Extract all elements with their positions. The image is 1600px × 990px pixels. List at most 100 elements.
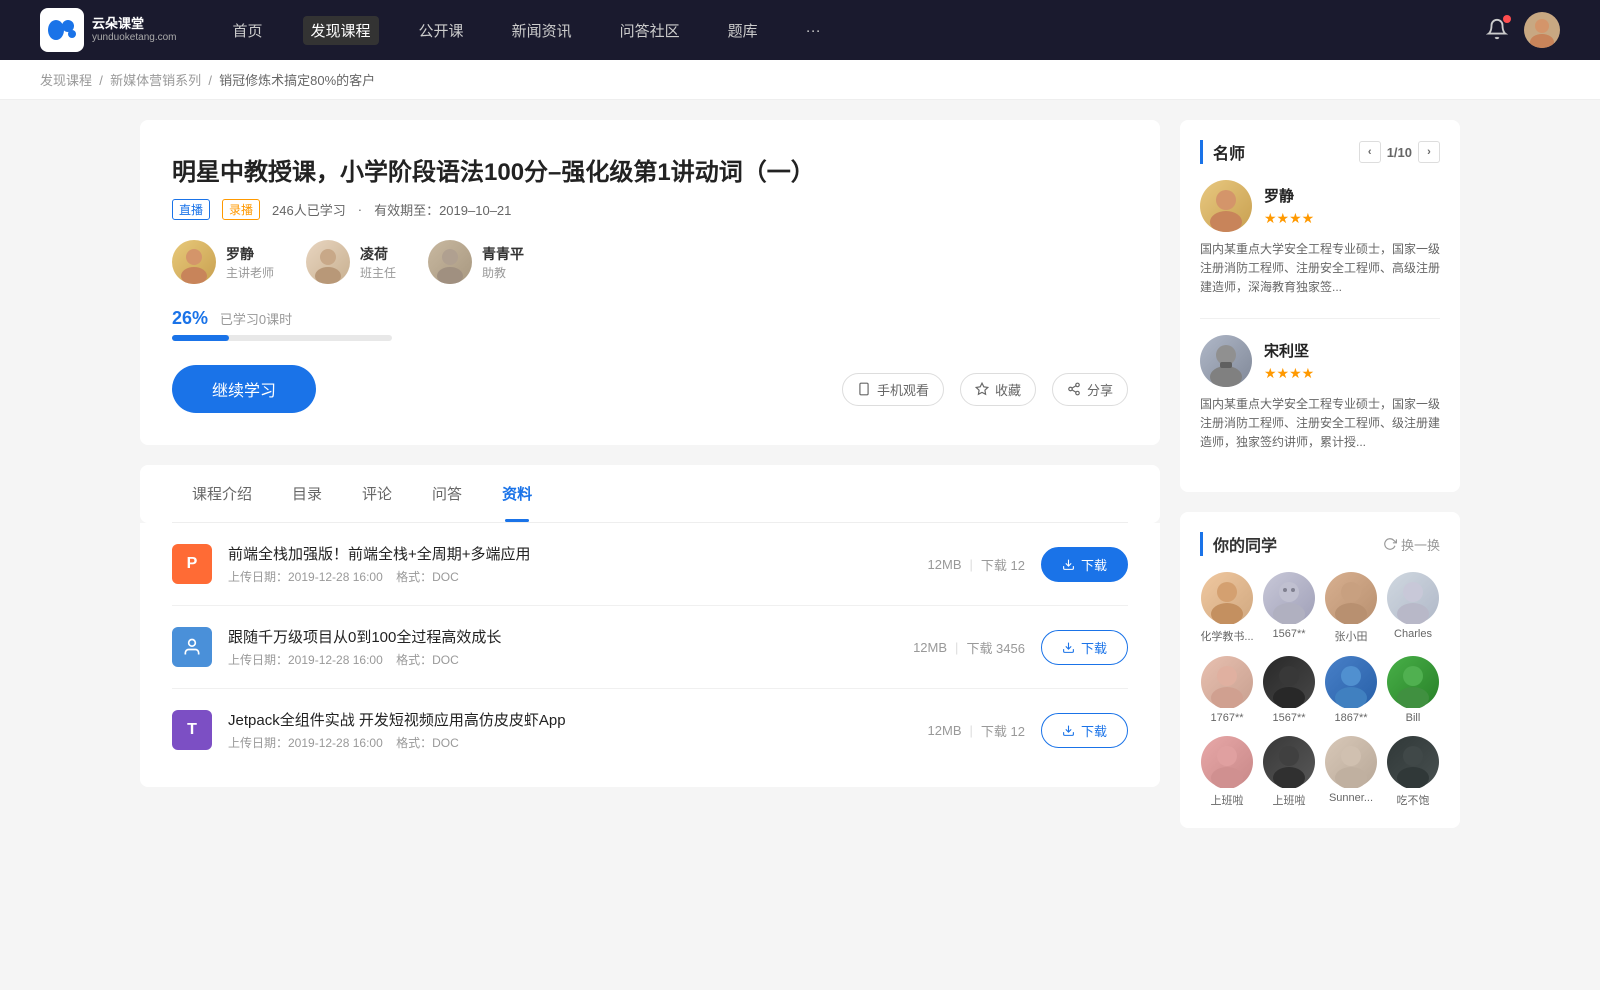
progress-percent: 26%	[172, 308, 208, 328]
file-downloads-1: 下载 3456	[966, 638, 1025, 657]
classmate-avatar-4[interactable]	[1201, 656, 1253, 708]
file-size-2: 12MB	[928, 723, 962, 738]
tab-materials[interactable]: 资料	[482, 465, 552, 522]
instructors: 罗静 主讲老师 凌荷 班主任	[172, 240, 1128, 284]
classmates-title: 你的同学	[1200, 532, 1277, 556]
file-meta-0: 上传日期：2019-12-28 16:00 格式：DOC	[228, 568, 912, 585]
classmate-name-6: 1867**	[1334, 712, 1367, 724]
teacher-avatar-1	[1200, 335, 1252, 387]
instructor-role-2: 助教	[482, 264, 524, 281]
next-teacher-btn[interactable]: ›	[1418, 141, 1440, 163]
classmate-9: 上班啦	[1262, 736, 1316, 808]
classmate-avatar-8[interactable]	[1201, 736, 1253, 788]
classmate-6: 1867**	[1324, 656, 1378, 724]
nav-more[interactable]: ···	[798, 18, 829, 43]
nav-exam[interactable]: 题库	[720, 16, 766, 45]
share-btn[interactable]: 分享	[1052, 373, 1128, 406]
badge-record: 录播	[222, 199, 260, 220]
teacher-desc-1: 国内某重点大学安全工程专业硕士，国家一级注册消防工程师、注册安全工程师、级注册建…	[1200, 395, 1440, 453]
nav-news[interactable]: 新闻资讯	[504, 16, 580, 45]
teacher-pagination: ‹ 1/10 ›	[1359, 141, 1440, 163]
file-icon-2: T	[172, 710, 212, 750]
nav-public[interactable]: 公开课	[411, 16, 472, 45]
refresh-button[interactable]: 换一换	[1383, 535, 1440, 554]
classmate-name-9: 上班啦	[1273, 792, 1306, 808]
logo[interactable]: 云朵课堂 yunduoketang.com	[40, 8, 177, 52]
instructor-avatar-0	[172, 240, 216, 284]
progress-bar-bg	[172, 335, 392, 341]
collect-label: 收藏	[995, 380, 1021, 399]
instructor-name-1: 凌荷	[360, 244, 396, 264]
share-label: 分享	[1087, 380, 1113, 399]
tabs-section: 课程介绍 目录 评论 问答 资料	[140, 465, 1160, 523]
collect-btn[interactable]: 收藏	[960, 373, 1036, 406]
breadcrumb-discover[interactable]: 发现课程	[40, 73, 92, 88]
teacher-page: 1/10	[1387, 145, 1412, 160]
file-item: 跟随千万级项目从0到100全过程高效成长 上传日期：2019-12-28 16:…	[172, 606, 1128, 689]
content-left: 明星中教授课，小学阶段语法100分–强化级第1讲动词（一） 直播 录播 246人…	[140, 120, 1160, 848]
classmate-avatar-2[interactable]	[1325, 572, 1377, 624]
classmate-avatar-5[interactable]	[1263, 656, 1315, 708]
teacher-name-1: 宋利坚	[1264, 340, 1314, 361]
nav-home[interactable]: 首页	[225, 16, 271, 45]
bell-button[interactable]	[1486, 18, 1508, 43]
file-name-1: 跟随千万级项目从0到100全过程高效成长	[228, 626, 897, 647]
teacher-stars-1: ★★★★	[1264, 365, 1314, 382]
tab-intro[interactable]: 课程介绍	[172, 465, 272, 522]
instructor-name-2: 青青平	[482, 244, 524, 264]
tab-catalog[interactable]: 目录	[272, 465, 342, 522]
teacher-name-0: 罗静	[1264, 185, 1314, 206]
classmate-name-4: 1767**	[1210, 712, 1243, 724]
action-buttons: 手机观看 收藏 分享	[842, 373, 1128, 406]
notification-dot	[1503, 15, 1511, 23]
classmate-avatar-6[interactable]	[1325, 656, 1377, 708]
main-layout: 明星中教授课，小学阶段语法100分–强化级第1讲动词（一） 直播 录播 246人…	[100, 100, 1500, 868]
classmate-name-0: 化学教书...	[1200, 628, 1253, 644]
progress-bar-fill	[172, 335, 229, 341]
file-meta-2: 上传日期：2019-12-28 16:00 格式：DOC	[228, 734, 912, 751]
download-btn-1[interactable]: 下载	[1041, 630, 1128, 665]
classmate-avatar-1[interactable]	[1263, 572, 1315, 624]
nav-discover[interactable]: 发现课程	[303, 16, 379, 45]
classmate-0: 化学教书...	[1200, 572, 1254, 644]
file-icon-0: P	[172, 544, 212, 584]
tabs: 课程介绍 目录 评论 问答 资料	[172, 465, 1128, 523]
mobile-watch-btn[interactable]: 手机观看	[842, 373, 944, 406]
teacher-item-0: 罗静 ★★★★ 国内某重点大学安全工程专业硕士，国家一级注册消防工程师、注册安全…	[1200, 180, 1440, 298]
progress-sub: 已学习0课时	[220, 309, 292, 328]
file-name-2: Jetpack全组件实战 开发短视频应用高仿皮皮虾App	[228, 709, 912, 730]
classmate-avatar-11[interactable]	[1387, 736, 1439, 788]
teacher-desc-0: 国内某重点大学安全工程专业硕士，国家一级注册消防工程师、注册安全工程师、高级注册…	[1200, 240, 1440, 298]
download-btn-0[interactable]: 下载	[1041, 547, 1128, 582]
tab-qa[interactable]: 问答	[412, 465, 482, 522]
classmate-avatar-3[interactable]	[1387, 572, 1439, 624]
nav-qa[interactable]: 问答社区	[612, 16, 688, 45]
classmate-avatar-10[interactable]	[1325, 736, 1377, 788]
classmate-avatar-7[interactable]	[1387, 656, 1439, 708]
teacher-avatar-0	[1200, 180, 1252, 232]
classmate-11: 吃不饱	[1386, 736, 1440, 808]
valid-until: 有效期至：2019–10–21	[374, 200, 511, 219]
file-stats-2: 12MB | 下载 12	[928, 721, 1025, 740]
download-btn-2[interactable]: 下载	[1041, 713, 1128, 748]
teacher-header-0: 罗静 ★★★★	[1200, 180, 1440, 232]
refresh-label: 换一换	[1401, 535, 1440, 554]
user-avatar[interactable]	[1524, 12, 1560, 48]
classmate-3: Charles	[1386, 572, 1440, 644]
classmate-name-3: Charles	[1394, 628, 1432, 640]
teacher-header-1: 宋利坚 ★★★★	[1200, 335, 1440, 387]
classmate-avatar-9[interactable]	[1263, 736, 1315, 788]
badge-live: 直播	[172, 199, 210, 220]
file-list: P 前端全栈加强版！前端全栈+全周期+多端应用 上传日期：2019-12-28 …	[140, 523, 1160, 787]
teachers-card-title: 名师 ‹ 1/10 ›	[1200, 140, 1440, 164]
tab-reviews[interactable]: 评论	[342, 465, 412, 522]
logo-title: 云朵课堂	[92, 16, 177, 32]
breadcrumb-series[interactable]: 新媒体营销系列	[110, 73, 201, 88]
classmate-1: 1567**	[1262, 572, 1316, 644]
continue-button[interactable]: 继续学习	[172, 365, 316, 413]
course-actions: 继续学习 手机观看 收藏 分享	[172, 365, 1128, 413]
classmate-avatar-0[interactable]	[1201, 572, 1253, 624]
prev-teacher-btn[interactable]: ‹	[1359, 141, 1381, 163]
students-count: 246人已学习	[272, 200, 346, 219]
file-stats-1: 12MB | 下载 3456	[913, 638, 1025, 657]
